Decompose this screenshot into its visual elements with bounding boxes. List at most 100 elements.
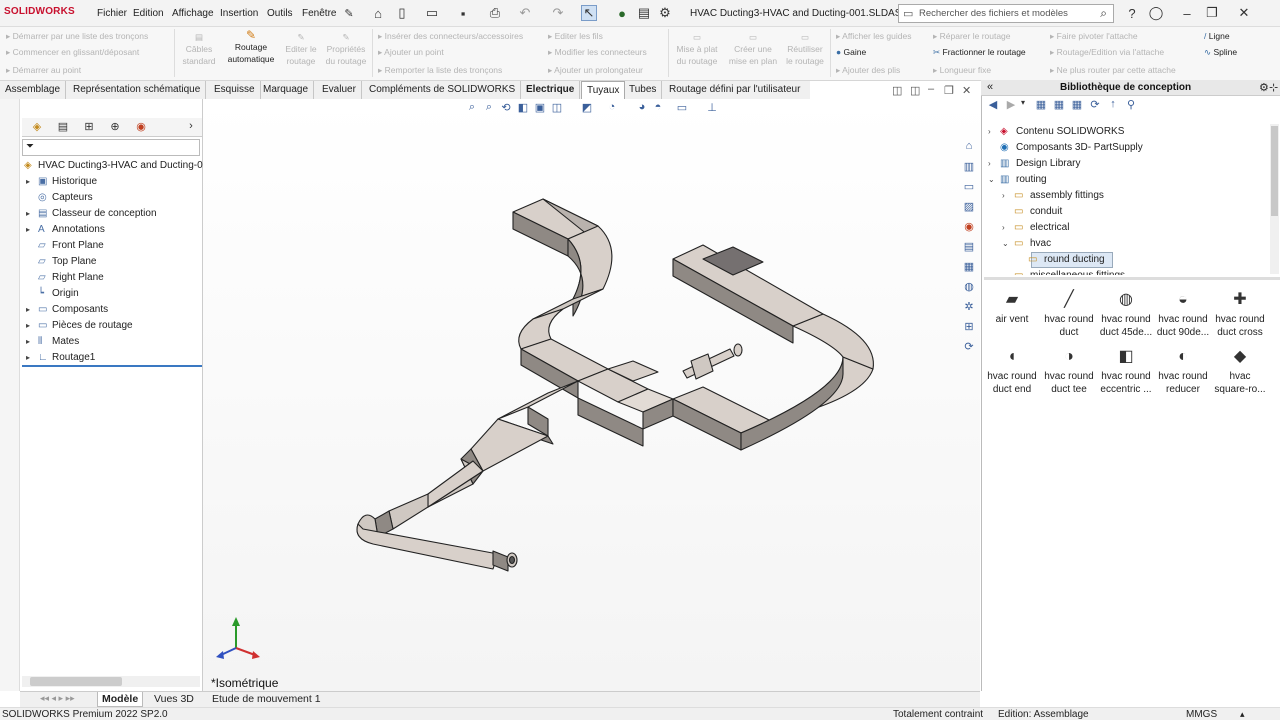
library-expand-icon[interactable]: ⌄: [1002, 236, 1014, 252]
options-gear-icon[interactable]: ⚙: [657, 5, 673, 21]
tab-tuyaux[interactable]: Tuyaux: [581, 81, 626, 99]
library-part-item[interactable]: ◧ hvac round eccentric ...: [1097, 344, 1155, 396]
viewport-tile-icon[interactable]: ◫: [910, 84, 920, 97]
viewport-maximize-icon[interactable]: ❐: [944, 84, 954, 97]
tab-esquisse[interactable]: Esquisse: [209, 81, 261, 99]
hvac-duct-model[interactable]: [203, 99, 980, 691]
spline-button[interactable]: ∿ Spline: [1204, 47, 1237, 58]
tab-marquage[interactable]: Marquage: [258, 81, 315, 99]
sheath-button[interactable]: ● Gaine: [836, 47, 866, 57]
feature-tree-item[interactable]: ▸ A Annotations: [26, 222, 105, 238]
tab-tubes[interactable]: Tubes: [624, 81, 663, 99]
forward-dropdown-icon[interactable]: ▾: [1015, 98, 1031, 114]
tab-modele[interactable]: Modèle: [97, 692, 144, 707]
tab-assemblage[interactable]: Assemblage: [0, 81, 67, 99]
graphics-area[interactable]: [203, 99, 980, 691]
library-part-item[interactable]: ╱ hvac round duct: [1040, 287, 1098, 339]
unroute-clip-button[interactable]: ▸ Ne plus router par cette attache: [1050, 65, 1176, 76]
user-icon[interactable]: ◯: [1148, 5, 1164, 21]
file-explorer-icon[interactable]: ▭: [962, 180, 976, 194]
flatten-route-button[interactable]: ▭ Mise à plat du routage: [672, 31, 722, 67]
units-selector[interactable]: MMGS: [1186, 708, 1217, 720]
save-icon[interactable]: ▪: [455, 5, 471, 21]
solidworks-resources-icon[interactable]: ⌂: [962, 140, 976, 154]
view-orientation-icon[interactable]: ◫: [550, 101, 564, 115]
edit-appearance-icon[interactable]: ◕: [635, 101, 649, 115]
start-from-list-button[interactable]: ▸ Démarrer par une liste des tronçons: [6, 31, 148, 42]
library-expand-icon[interactable]: ›: [1002, 220, 1014, 236]
library-part-item[interactable]: ◖ hvac round duct end: [983, 344, 1041, 396]
pane-options-icon[interactable]: ⚙: [1259, 81, 1269, 94]
menu-insertion[interactable]: Insertion: [220, 8, 258, 19]
feature-tree-item[interactable]: ▸ ▭ Pièces de routage: [26, 318, 133, 334]
pin-pane-icon[interactable]: ⊹: [1269, 81, 1278, 94]
zoom-area-icon[interactable]: ⌕: [482, 101, 496, 115]
feature-tree-item[interactable]: ┕ Origin: [26, 286, 79, 302]
expand-arrow-icon[interactable]: ▸: [26, 318, 38, 334]
library-part-item[interactable]: ◆ hvac square-ro...: [1211, 344, 1269, 396]
up-folder-icon[interactable]: ↑: [1105, 98, 1121, 114]
globe-icon[interactable]: ◍: [962, 280, 976, 294]
dimxpert-icon[interactable]: ⊕: [106, 120, 124, 135]
tab-nav-arrows-icon[interactable]: ◂◂ ◂ ▸ ▸▸: [40, 693, 75, 704]
expand-arrow-icon[interactable]: ▸: [26, 222, 38, 238]
library-tree-item[interactable]: ⌄ ▥ routing: [988, 172, 1047, 188]
tab-electrique[interactable]: Electrique: [521, 81, 581, 99]
edit-route-button[interactable]: ✎ Editer le routage: [282, 31, 320, 67]
viewport-close-icon[interactable]: ✕: [962, 84, 971, 97]
feature-tree-item[interactable]: ◎ Capteurs: [26, 190, 93, 206]
filter-field[interactable]: ⏷: [22, 139, 200, 156]
library-part-item[interactable]: ▰ air vent: [983, 287, 1041, 326]
view-settings-icon[interactable]: ▭: [675, 101, 689, 115]
back-icon[interactable]: ◀: [985, 98, 1001, 114]
library-part-item[interactable]: ◍ hvac round duct 45de...: [1097, 287, 1155, 339]
library-tree-item[interactable]: ▭ round ducting: [1016, 252, 1105, 268]
collapse-pane-icon[interactable]: «: [987, 81, 993, 93]
split-route-button[interactable]: ✂ Fractionner le routage: [933, 47, 1026, 58]
home-icon[interactable]: ⌂: [370, 5, 386, 21]
open-folder-icon[interactable]: ▭: [424, 5, 440, 21]
file-properties-icon[interactable]: ▤: [636, 5, 652, 21]
network-icon[interactable]: ✲: [962, 300, 976, 314]
reuse-route-button[interactable]: ▭ Réutiliser le routage: [782, 31, 828, 67]
library-expand-icon[interactable]: ›: [988, 124, 1000, 140]
library-scrollbar-thumb[interactable]: [1271, 126, 1278, 216]
viewport-restore-icon[interactable]: ◫: [892, 84, 902, 97]
hide-show-icon[interactable]: ◔: [605, 101, 619, 115]
new-document-icon[interactable]: ▯: [394, 5, 410, 21]
library-expand-icon[interactable]: ⌄: [988, 172, 1000, 188]
tab-complements[interactable]: Compléments de SOLIDWORKS: [364, 81, 522, 99]
previous-view-icon[interactable]: ⟲: [499, 101, 513, 115]
tab-representation-schematique[interactable]: Représentation schématique: [68, 81, 207, 99]
tab-etude-mouvement[interactable]: Etude de mouvement 1: [208, 692, 325, 707]
route-via-clip-button[interactable]: ▸ Routage/Edition via l'attache: [1050, 47, 1164, 58]
custom-properties-icon[interactable]: ▤: [962, 240, 976, 254]
search-input[interactable]: Rechercher des fichiers et modèles: [919, 8, 1068, 19]
create-new-folder-icon[interactable]: ▦: [1051, 98, 1067, 114]
add-bends-button[interactable]: ▸ Ajouter des plis: [836, 65, 900, 76]
library-tree-item[interactable]: ▭miscellaneous fittings: [1002, 268, 1125, 275]
fixed-length-button[interactable]: ▸ Longueur fixe: [933, 65, 991, 76]
line-button[interactable]: / Ligne: [1204, 31, 1230, 41]
library-tree-item[interactable]: › ▥ Design Library: [988, 156, 1080, 172]
search-box[interactable]: ▭ Rechercher des fichiers et modèles ⌕: [898, 4, 1114, 23]
section-view-icon[interactable]: ◧: [516, 101, 530, 115]
library-tree-item[interactable]: › ▭ assembly fittings: [1002, 188, 1104, 204]
solidworks-logo[interactable]: SOLIDWORKS: [4, 6, 75, 17]
feature-tree-item[interactable]: ▸ ∟ Routage1: [26, 350, 95, 366]
expand-arrow-icon[interactable]: ▸: [26, 206, 38, 222]
display-manager-icon[interactable]: ◉: [132, 120, 150, 135]
add-location-icon[interactable]: ▦: [1033, 98, 1049, 114]
library-tree-item[interactable]: ▭ conduit: [1002, 204, 1062, 220]
dynamic-annotation-icon[interactable]: ▣: [533, 101, 547, 115]
feature-tree-item[interactable]: ▸ ▭ Composants: [26, 302, 108, 318]
feature-tree-item[interactable]: ▸ ▤ Classeur de conception: [26, 206, 157, 222]
restore-window-icon[interactable]: ❐: [1204, 5, 1220, 21]
create-drawing-button[interactable]: ▭ Créer une mise en plan: [724, 31, 782, 67]
rotate-clip-button[interactable]: ▸ Faire pivoter l'attache: [1050, 31, 1138, 42]
feature-tree-item[interactable]: ▱ Top Plane: [26, 254, 96, 270]
expand-arrow-icon[interactable]: ▸: [26, 174, 38, 190]
minimize-window-icon[interactable]: –: [1179, 5, 1195, 21]
library-tree-item[interactable]: ◉ Composants 3D- PartSupply: [988, 140, 1143, 156]
library-part-item[interactable]: ◐ hvac round reducer: [1154, 344, 1212, 396]
